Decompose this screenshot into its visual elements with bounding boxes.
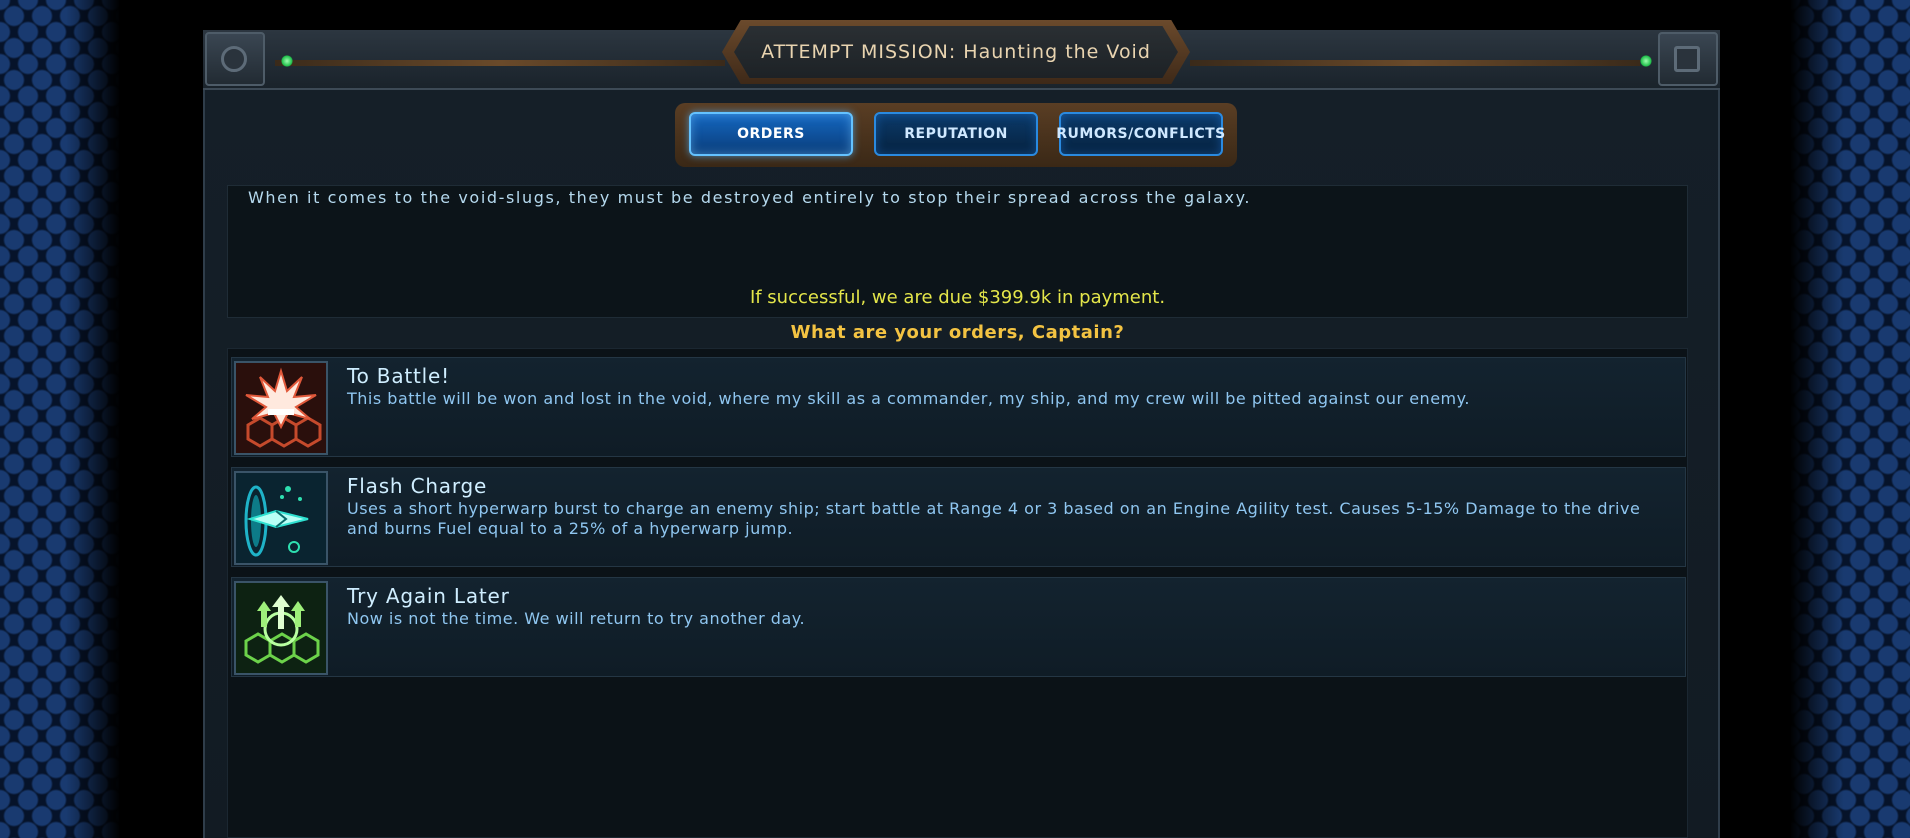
tab-orders[interactable]: ORDERS (689, 112, 853, 156)
option-description: Uses a short hyperwarp burst to charge a… (347, 499, 1641, 538)
payment-text: If successful, we are due $399.9k in pay… (749, 287, 1166, 308)
page-title: ATTEMPT MISSION: Haunting the Void (734, 26, 1178, 78)
hex-background-right (1790, 0, 1910, 838)
top-rail-right (1190, 60, 1640, 66)
orders-question: What are your orders, Captain? (790, 322, 1125, 343)
option-description: This battle will be won and lost in the … (347, 389, 1470, 408)
corner-bracket-left (205, 32, 265, 86)
corner-bracket-right (1658, 32, 1718, 86)
battle-burst-icon (234, 361, 328, 455)
tab-reputation[interactable]: REPUTATION (874, 112, 1038, 156)
option-title: Try Again Later (347, 584, 510, 608)
mission-description: When it comes to the void-slugs, they mu… (248, 188, 1252, 207)
tab-rumors-conflicts[interactable]: RUMORS/CONFLICTS (1056, 112, 1225, 156)
option-to-battle[interactable]: To Battle! This battle will be won and l… (231, 357, 1686, 457)
hex-background-left (0, 0, 120, 838)
status-light-left-icon (281, 55, 293, 67)
warp-ship-icon (234, 471, 328, 565)
option-description: Now is not the time. We will return to t… (347, 609, 806, 628)
option-title: To Battle! (347, 364, 450, 388)
retreat-arrows-icon (234, 581, 328, 675)
option-flash-charge[interactable]: Flash Charge Uses a short hyperwarp burs… (231, 467, 1686, 567)
option-title: Flash Charge (347, 474, 488, 498)
top-rail-left (275, 60, 725, 66)
status-light-right-icon (1640, 55, 1652, 67)
option-try-again-later[interactable]: Try Again Later Now is not the time. We … (231, 577, 1686, 677)
